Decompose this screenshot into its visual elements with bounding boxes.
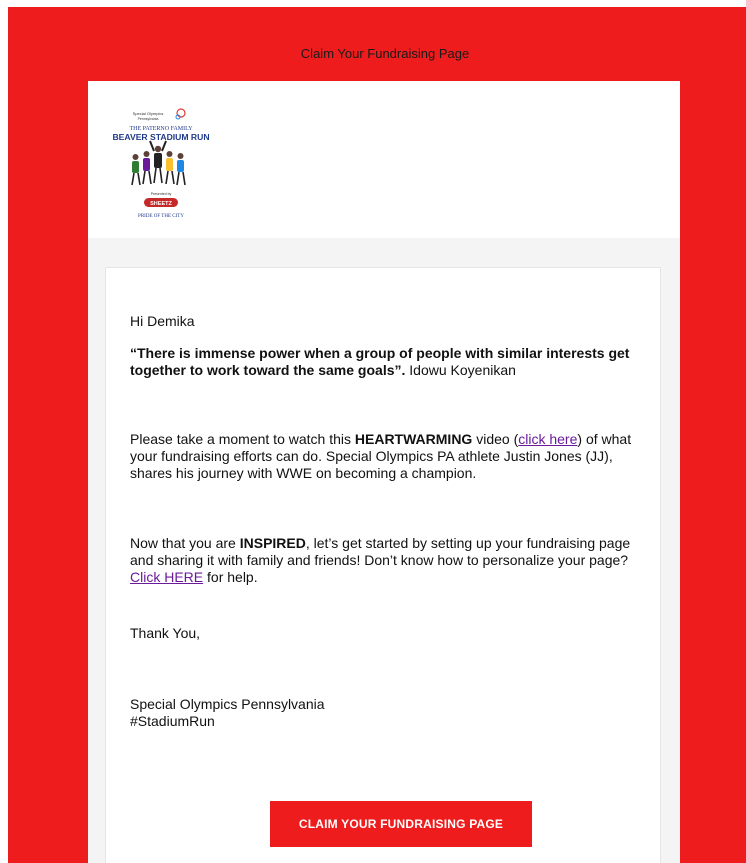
- logo-tagline-text: PRIDE OF THE CITY: [138, 214, 184, 219]
- video-paragraph: Please take a moment to watch this HEART…: [130, 431, 640, 482]
- video-click-here-link[interactable]: click here: [518, 431, 577, 447]
- email-header-title: Claim Your Fundraising Page: [300, 46, 470, 61]
- help-click-here-link[interactable]: Click HERE: [130, 569, 203, 585]
- special-olympics-icon: [175, 108, 186, 120]
- email-page: Claim Your Fundraising Page Special Olym…: [8, 7, 746, 863]
- heartwarming-emphasis: HEARTWARMING: [354, 431, 473, 447]
- setup-text-start: Now that you are: [130, 535, 240, 551]
- logo-sponsor-text: SHEETZ: [150, 201, 172, 207]
- signature-name: Special Olympics Pennsylvania: [130, 696, 325, 712]
- claim-fundraising-page-button[interactable]: CLAIM YOUR FUNDRAISING PAGE: [270, 801, 532, 847]
- logo-event-text: BEAVER STADIUM RUN: [112, 132, 209, 142]
- signature-hashtag: #StadiumRun: [130, 713, 215, 729]
- quote-text: “There is immense power when a group of …: [130, 345, 630, 378]
- runners-icon: [131, 140, 186, 186]
- event-logo: Special Olympics Pennsylvania THE PATERN…: [106, 103, 216, 225]
- logo-sub-text: Pennsylvania: [138, 117, 159, 121]
- logo-presented-text: Presented by: [151, 192, 172, 196]
- greeting: Hi Demika: [130, 313, 195, 329]
- inspired-emphasis: INSPIRED: [239, 535, 306, 551]
- quote-author: Idowu Koyenikan: [405, 362, 516, 378]
- logo-org-text: Special Olympics: [133, 111, 164, 116]
- setup-text-end: for help.: [203, 569, 258, 585]
- email-body: Hi Demika “There is immense power when a…: [105, 267, 661, 863]
- setup-paragraph: Now that you are INSPIRED, let’s get sta…: [130, 535, 640, 586]
- logo-band: Special Olympics Pennsylvania THE PATERN…: [88, 81, 680, 238]
- event-logo-graphic: Special Olympics Pennsylvania THE PATERN…: [112, 108, 210, 219]
- sponsor-logo: SHEETZ: [144, 198, 178, 207]
- video-text-mid: video (: [472, 431, 519, 447]
- video-text-start: Please take a moment to watch this: [130, 431, 355, 447]
- signoff: Thank You,: [130, 625, 201, 641]
- quote-paragraph: “There is immense power when a group of …: [130, 345, 640, 379]
- email-card: Special Olympics Pennsylvania THE PATERN…: [88, 81, 680, 863]
